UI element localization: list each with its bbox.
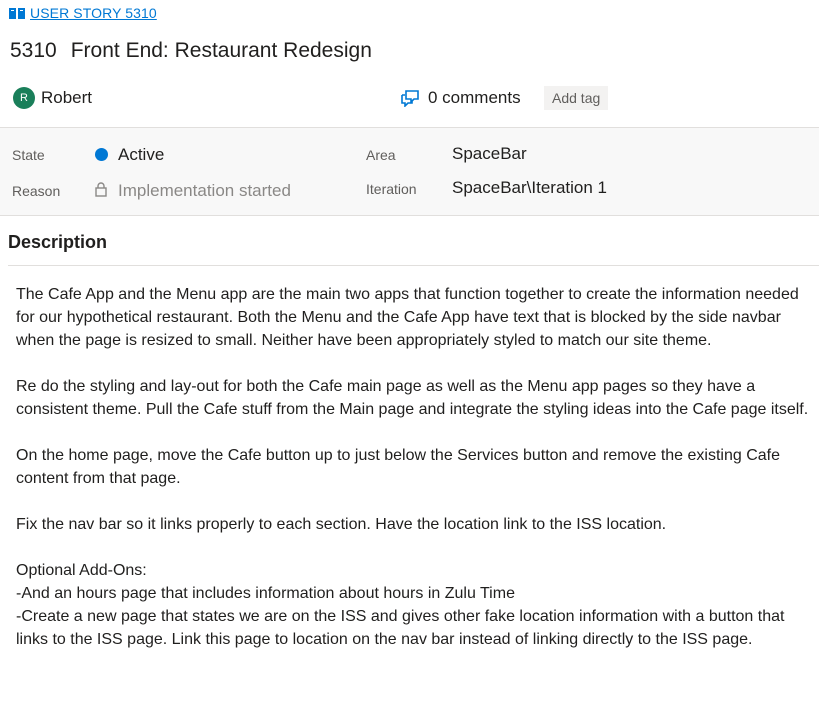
avatar: R	[13, 87, 35, 109]
state-indicator	[95, 148, 108, 161]
area-value[interactable]: SpaceBar	[452, 144, 527, 164]
description-heading: Description	[8, 232, 108, 252]
state-value[interactable]: Active	[118, 145, 164, 165]
work-item-title-text[interactable]: Front End: Restaurant Redesign	[71, 39, 372, 63]
assigned-to[interactable]: R Robert	[13, 87, 92, 109]
description-paragraph: Re do the styling and lay-out for both t…	[16, 378, 809, 418]
addon-item: -Create a new page that states we are on…	[16, 608, 785, 648]
description-divider	[8, 265, 819, 266]
description-paragraph: On the home page, move the Cafe button u…	[16, 447, 781, 487]
description-paragraph: Fix the nav bar so it links properly to …	[16, 516, 667, 533]
comments-link[interactable]: 0 comments	[400, 88, 521, 108]
iteration-label: Iteration	[366, 181, 417, 197]
addon-item: -And an hours page that includes informa…	[16, 585, 515, 602]
work-item-type: USER STORY 5310	[9, 5, 157, 21]
addons-block: Optional Add-Ons: -And an hours page tha…	[16, 559, 816, 651]
addons-heading: Optional Add-Ons:	[16, 562, 147, 579]
comments-icon	[401, 90, 419, 107]
description-editor[interactable]: The Cafe App and the Menu app are the ma…	[16, 283, 816, 651]
fields-panel: State Active Reason Implementation start…	[0, 127, 819, 216]
assignee-name[interactable]: Robert	[41, 88, 92, 108]
iteration-value[interactable]: SpaceBar\Iteration 1	[452, 178, 607, 198]
area-label: Area	[366, 147, 396, 163]
work-item-header: USER STORY 5310 5310 Front End: Restaura…	[0, 0, 819, 127]
reason-value: Implementation started	[118, 181, 291, 200]
work-item-id: 5310	[10, 39, 57, 62]
state-label: State	[12, 147, 45, 163]
reason-label: Reason	[12, 183, 61, 199]
work-item-type-link[interactable]: USER STORY 5310	[30, 5, 157, 21]
lock-icon	[95, 182, 107, 197]
work-item-title[interactable]: 5310 Front End: Restaurant Redesign	[10, 39, 372, 63]
comments-count[interactable]: 0 comments	[428, 88, 521, 108]
book-icon	[9, 7, 25, 19]
description-paragraph: The Cafe App and the Menu app are the ma…	[16, 286, 799, 349]
add-tag-button[interactable]: Add tag	[544, 86, 609, 110]
